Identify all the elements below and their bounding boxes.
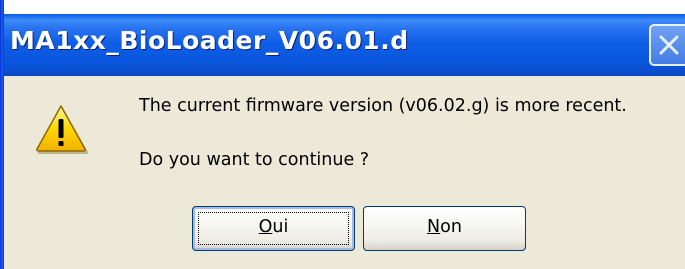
dialog-message: The current firmware version (v06.02.g) …: [139, 96, 627, 116]
dialog-window: MA1xx_BioLoader_V06.01.d The current fir…: [0, 0, 685, 269]
yes-button-label: Oui: [193, 217, 354, 237]
close-icon: [659, 35, 679, 55]
no-button-label: Non: [364, 217, 525, 237]
no-label-rest: on: [440, 217, 462, 237]
yes-accel-key: O: [258, 217, 273, 237]
close-button[interactable]: [649, 24, 685, 66]
dialog-question: Do you want to continue ?: [139, 150, 370, 170]
warning-icon: [36, 105, 88, 154]
background-top: [0, 0, 685, 14]
title-bar[interactable]: MA1xx_BioLoader_V06.01.d: [0, 14, 685, 76]
dialog-body: The current firmware version (v06.02.g) …: [4, 76, 685, 269]
yes-button[interactable]: Oui: [192, 206, 355, 251]
yes-label-rest: ui: [272, 217, 289, 237]
no-button[interactable]: Non: [363, 206, 526, 251]
no-accel-key: N: [427, 217, 441, 237]
window-title: MA1xx_BioLoader_V06.01.d: [10, 26, 409, 55]
